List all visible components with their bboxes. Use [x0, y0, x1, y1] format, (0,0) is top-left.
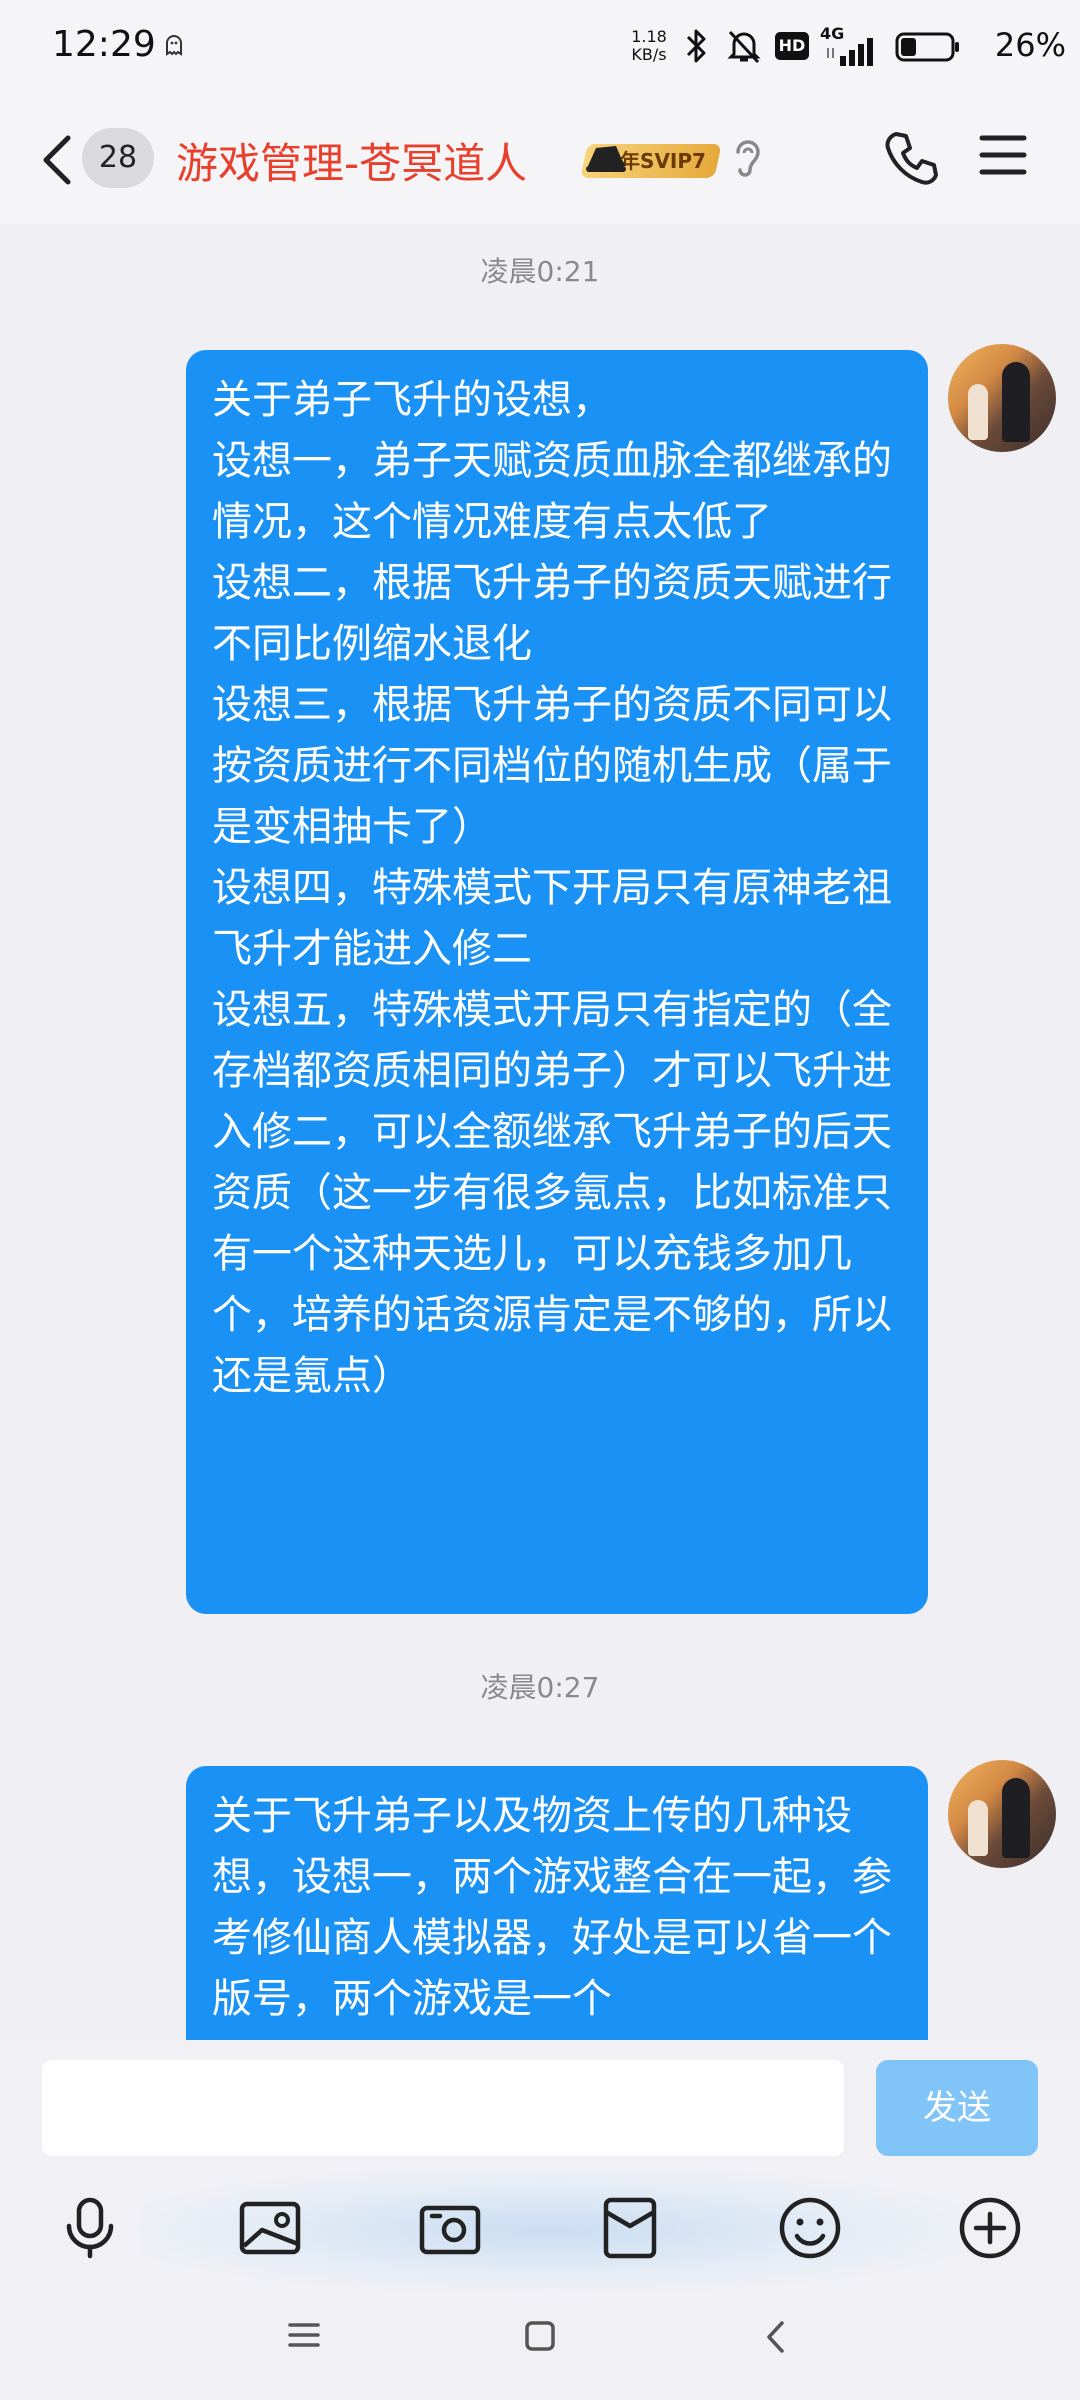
avatar-figure: [1002, 362, 1030, 442]
system-nav-bar: [0, 2280, 1080, 2400]
message-input[interactable]: [42, 2060, 844, 2156]
net-speed-value: 1.18: [631, 27, 667, 46]
plus-icon[interactable]: [954, 2192, 1026, 2264]
avatar-figure: [968, 1800, 988, 1856]
input-area: 发送: [0, 2040, 1080, 2400]
status-time: 12:29: [52, 24, 156, 65]
unread-count-badge[interactable]: 28: [82, 128, 154, 188]
input-toolbar: [0, 2170, 1080, 2290]
menu-icon[interactable]: [288, 2320, 320, 2354]
ghost-icon: [164, 34, 184, 60]
back-icon[interactable]: [764, 2320, 788, 2358]
status-icons: 1.18 KB/s HD 4G 26%: [620, 0, 1080, 96]
avatar[interactable]: [948, 344, 1056, 452]
send-button[interactable]: 发送: [876, 2060, 1038, 2156]
battery-percent: 26%: [994, 26, 1066, 64]
message-bubble[interactable]: 关于飞升弟子以及物资上传的几种设想，设想一，两个游戏整合在一起，参考修仙商人模拟…: [186, 1766, 928, 2086]
message-bubble[interactable]: 关于弟子飞升的设想， 设想一，弟子天赋资质血脉全都继承的情况，这个情况难度有点太…: [186, 350, 928, 1614]
vip-hat-icon: [586, 140, 626, 176]
battery-icon: [895, 32, 961, 66]
signal-icon: [826, 36, 880, 70]
message-timestamp: 凌晨0:21: [480, 255, 600, 288]
avatar-figure: [1002, 1778, 1030, 1858]
red-packet-icon[interactable]: [594, 2192, 666, 2264]
back-button[interactable]: [38, 130, 78, 190]
mute-icon: [724, 26, 764, 70]
net-speed: 1.18 KB/s: [620, 28, 678, 64]
ear-icon[interactable]: [730, 136, 766, 184]
net-speed-unit: KB/s: [631, 45, 667, 64]
camera-icon[interactable]: [414, 2192, 486, 2264]
chat-header: 28 游戏管理-苍冥道人 年SVIP7: [0, 96, 1080, 224]
call-button[interactable]: [882, 128, 942, 192]
avatar[interactable]: [948, 1760, 1056, 1868]
avatar-figure: [968, 384, 988, 440]
status-bar: 12:29 1.18 KB/s HD 4G 26%: [0, 0, 1080, 96]
chat-title[interactable]: 游戏管理-苍冥道人: [176, 130, 527, 191]
bluetooth-icon: [684, 26, 710, 70]
image-icon[interactable]: [234, 2192, 306, 2264]
message-timestamp: 凌晨0:27: [480, 1671, 600, 1704]
home-icon[interactable]: [524, 2320, 556, 2356]
menu-button[interactable]: [978, 130, 1028, 184]
microphone-icon[interactable]: [54, 2192, 126, 2264]
hd-icon: HD: [775, 32, 809, 60]
emoji-icon[interactable]: [774, 2192, 846, 2264]
